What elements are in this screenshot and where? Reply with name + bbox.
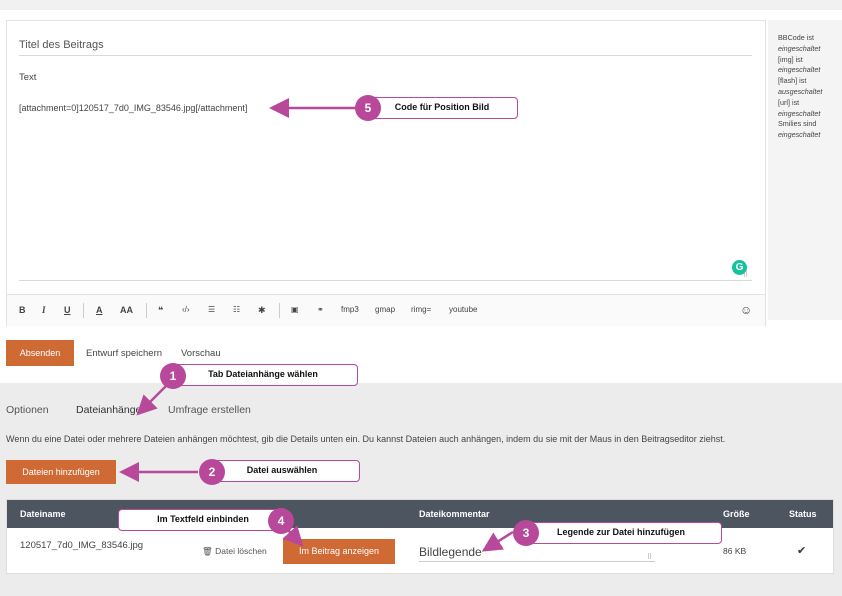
toolbar-separator [279, 303, 280, 318]
step-badge-3: 3 [513, 520, 539, 546]
attachment-code[interactable]: [attachment=0]120517_7d0_IMG_83546.jpg[/… [19, 103, 247, 113]
callout-1: Tab Dateianhänge wählen [168, 364, 358, 386]
step-badge-1: 1 [160, 363, 186, 389]
submit-button[interactable]: Absenden [6, 340, 74, 366]
callout-4: Im Textfeld einbinden [118, 509, 288, 531]
list-icon[interactable]: ☰ [208, 303, 215, 317]
font-size-icon[interactable]: AA [120, 303, 133, 317]
message-text[interactable]: Text [19, 72, 36, 83]
fmp3-button[interactable]: fmp3 [341, 303, 359, 317]
insert-in-post-button[interactable]: Im Beitrag anzeigen [283, 539, 395, 564]
delete-file-label: Datei löschen [215, 546, 267, 556]
link-icon[interactable]: ⚭ [317, 303, 324, 317]
tab-options[interactable]: Optionen [6, 404, 49, 416]
step-badge-2: 2 [199, 459, 225, 485]
callout-2: Datei auswählen [204, 460, 360, 482]
col-status: Status [789, 509, 817, 519]
subject-input[interactable]: Titel des Beitrags [19, 39, 752, 56]
callout-5: Code für Position Bild [366, 97, 518, 119]
resize-grip-icon[interactable]: ⠿ [647, 553, 652, 561]
col-size: Größe [723, 509, 750, 519]
post-editor[interactable]: Titel des Beitrags Text [attachment=0]12… [6, 20, 766, 326]
col-comment: Dateikommentar [419, 509, 490, 519]
rimg-button[interactable]: rimg= [411, 303, 431, 317]
text-color-icon[interactable]: A [96, 303, 103, 317]
code-icon[interactable]: ‹/› [182, 303, 190, 317]
preview-button[interactable]: Vorschau [181, 348, 221, 359]
image-icon[interactable]: ▣ [291, 303, 299, 317]
editor-divider [19, 280, 752, 281]
attachment-filename: 120517_7d0_IMG_83546.jpg [20, 540, 144, 551]
save-draft-button[interactable]: Entwurf speichern [86, 348, 162, 359]
step-badge-5: 5 [355, 95, 381, 121]
resize-grip-icon[interactable]: ⠿ [743, 272, 751, 279]
smiley-icon[interactable]: ☺ [740, 303, 752, 317]
tab-attachments[interactable]: Dateianhänge [76, 404, 141, 416]
youtube-button[interactable]: youtube [449, 303, 477, 317]
tab-poll[interactable]: Umfrage erstellen [168, 404, 251, 416]
attachment-size: 86 KB [723, 546, 747, 556]
options-panel: Optionen Dateianhänge Umfrage erstellen … [0, 383, 842, 596]
quote-icon[interactable]: ❝ [158, 303, 163, 317]
top-strip [0, 0, 842, 10]
bbcode-status-text: BBCode ist eingeschaltet [img] ist einge… [778, 33, 823, 140]
bbcode-toolbar: B I U A AA ❝ ‹/› ☰ ☷ ✱ ▣ ⚭ fmp3 gmap rim… [7, 294, 765, 326]
check-icon: ✔ [797, 545, 807, 557]
attachment-info-text: Wenn du eine Datei oder mehrere Dateien … [6, 434, 726, 444]
delete-file-button[interactable]: 🗑 Datei löschen [202, 546, 267, 557]
numbered-list-icon[interactable]: ☷ [233, 303, 240, 317]
trash-icon: 🗑 [202, 546, 213, 556]
toolbar-separator [83, 303, 84, 318]
step-badge-4: 4 [268, 508, 294, 534]
add-files-button[interactable]: Dateien hinzufügen [6, 460, 116, 484]
col-filename: Dateiname [20, 509, 66, 519]
toolbar-separator [146, 303, 147, 318]
bold-icon[interactable]: B [19, 303, 26, 317]
callout-3: Legende zur Datei hinzufügen [520, 522, 722, 544]
list-item-icon[interactable]: ✱ [258, 303, 266, 317]
bbcode-status-panel: BBCode ist eingeschaltet [img] ist einge… [768, 20, 842, 320]
gmap-button[interactable]: gmap [375, 303, 395, 317]
italic-icon[interactable]: I [42, 303, 46, 317]
underline-icon[interactable]: U [64, 303, 71, 317]
file-comment-input[interactable] [419, 541, 655, 562]
